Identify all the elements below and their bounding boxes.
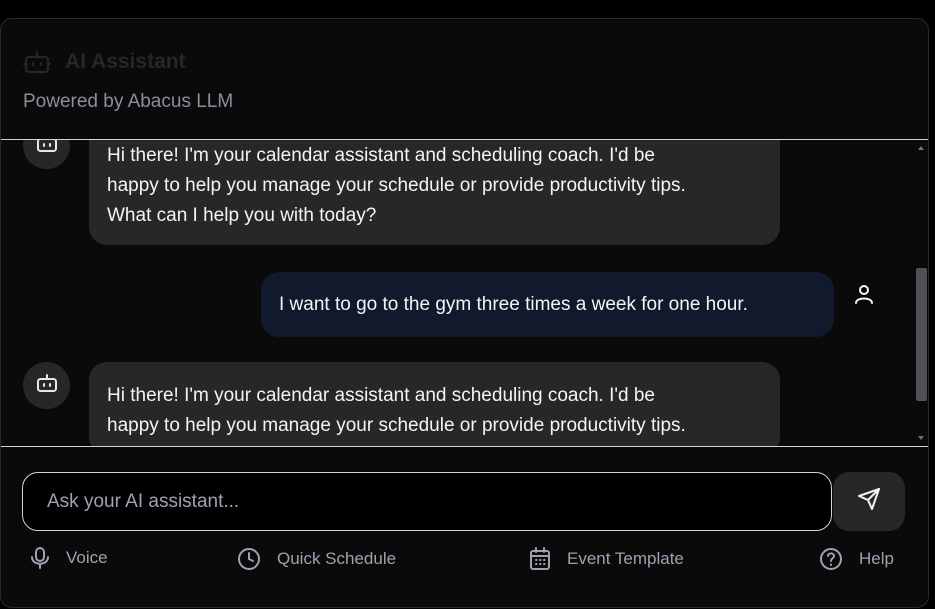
assistant-avatar [23,140,70,169]
clock-icon [237,547,261,571]
event-template-button[interactable]: Event Template [529,547,684,571]
help-label: Help [859,549,894,568]
send-button[interactable] [833,472,905,531]
calendar-icon [529,547,551,571]
robot-icon [36,373,58,398]
message-line: happy to help you manage your schedule o… [107,175,686,196]
message-input-container[interactable] [22,472,832,531]
user-message: I want to go to the gym three times a we… [261,272,834,337]
message-line: Hi there! I'm your calendar assistant an… [107,145,656,166]
message-text: I want to go to the gym three times a we… [279,293,748,315]
microphone-icon [30,547,50,569]
user-avatar [849,281,879,311]
assistant-message: Hi there! I'm your calendar assistant an… [89,362,780,446]
voice-label: Voice [66,548,108,567]
message-line: Hi there! I'm your calendar assistant an… [107,385,656,406]
scroll-down-arrow-icon[interactable] [918,436,924,440]
robot-icon [36,140,58,158]
help-button[interactable]: Help [819,547,894,571]
header: AI Assistant Powered by Abacus LLM [1,19,928,139]
quick-schedule-button[interactable]: Quick Schedule [237,547,396,571]
assistant-avatar [23,362,70,409]
page-subtitle: Powered by Abacus LLM [23,91,234,112]
user-icon [854,283,874,310]
chat-scrollbar[interactable] [914,140,928,446]
scroll-thumb[interactable] [916,268,927,401]
assistant-panel: AI Assistant Powered by Abacus LLM Hi th… [0,18,929,608]
title-row: AI Assistant [23,49,186,75]
robot-icon [23,49,51,75]
chat-messages[interactable]: Hi there! I'm your calendar assistant an… [1,139,928,447]
quick-schedule-label: Quick Schedule [277,549,397,568]
message-line: happy to help you manage your schedule o… [107,415,686,436]
message-line: What can I help you with today? [107,205,377,226]
voice-button[interactable]: Voice [30,547,108,569]
event-template-label: Event Template [567,549,684,568]
help-icon [819,547,843,571]
scroll-up-arrow-icon[interactable] [918,146,924,150]
assistant-message: Hi there! I'm your calendar assistant an… [89,140,780,245]
page-title: AI Assistant [65,50,186,73]
send-icon [857,487,881,516]
message-input[interactable] [47,490,831,513]
